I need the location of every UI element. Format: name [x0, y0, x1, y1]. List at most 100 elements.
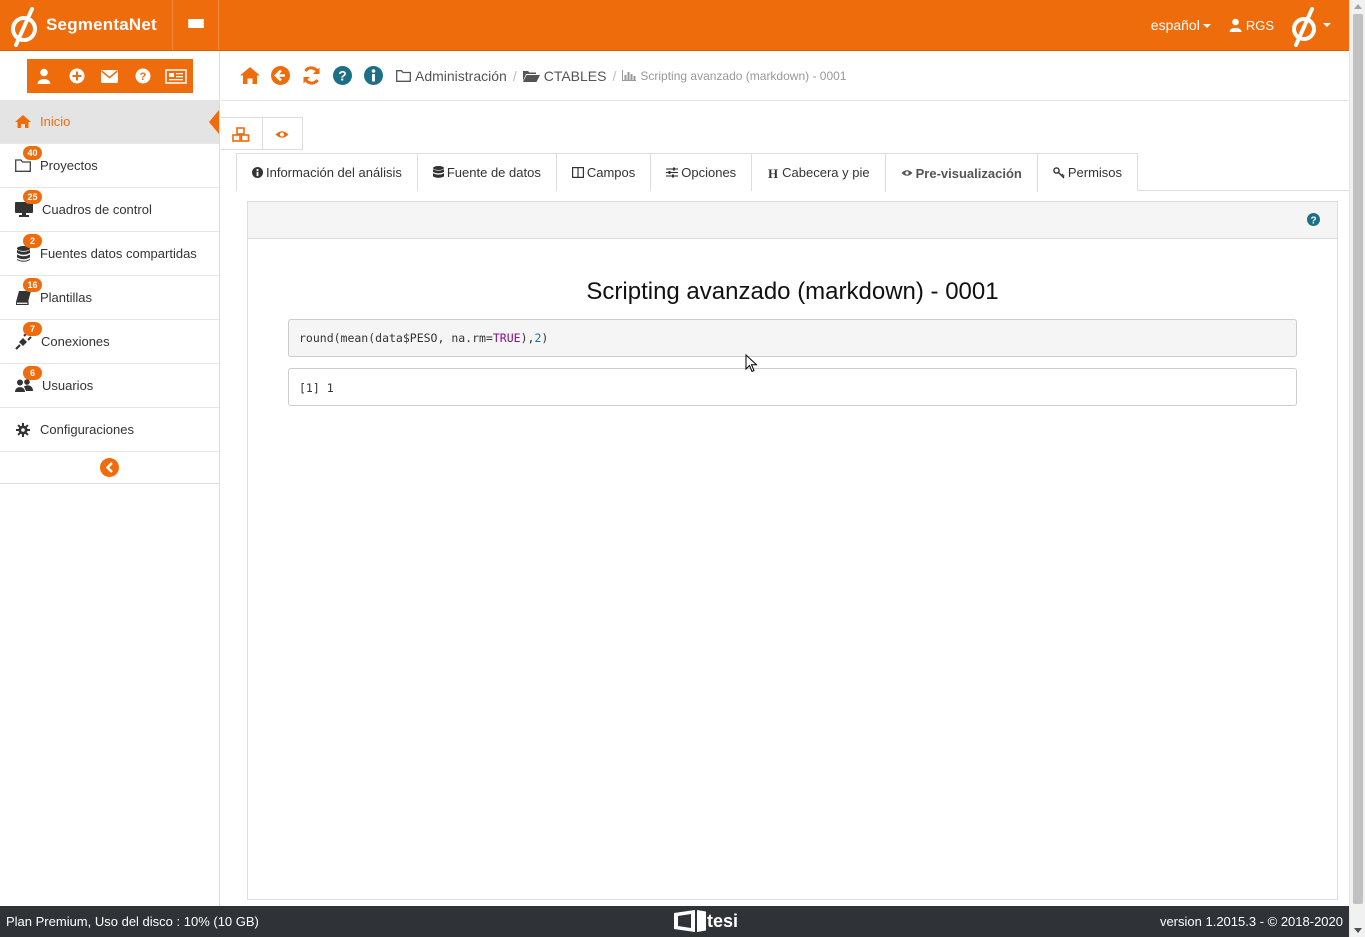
scroll-up-icon[interactable]: [1354, 4, 1362, 9]
gear-icon: [15, 422, 31, 438]
sidebar-item-configuraciones[interactable]: Configuraciones: [0, 408, 219, 452]
scroll-down-icon[interactable]: [1354, 928, 1362, 933]
preview-button[interactable]: [261, 118, 303, 150]
tab-bar: Información del análisis Fuente de datos…: [236, 153, 1349, 192]
sidebar-item-cuadros[interactable]: 25 Cuadros de control: [0, 188, 219, 232]
brand-logo-icon: [11, 7, 37, 47]
sidebar-item-label: Fuentes datos compartidas: [40, 246, 197, 261]
tab-label: Pre-visualización: [915, 165, 1022, 181]
envelope-icon: [101, 69, 118, 83]
code-text: ),: [520, 331, 535, 345]
caret-down-icon: [1323, 23, 1331, 27]
sidebar-item-label: Inicio: [40, 114, 71, 129]
breadcrumb-label: Administración: [415, 67, 507, 84]
count-badge: 2: [23, 234, 42, 248]
home-button[interactable]: [239, 65, 260, 86]
sidebar-item-conexiones[interactable]: 7 Conexiones: [0, 320, 219, 364]
tab-campos[interactable]: Campos: [555, 153, 652, 191]
sidebar-item-proyectos[interactable]: 40 Proyectos: [0, 144, 219, 188]
vendor-name: tesi: [707, 910, 739, 931]
view-toolbar: [221, 117, 303, 150]
app-logo-icon: [1292, 7, 1316, 47]
sidebar: ? Inicio 40 Proyectos 25 Cuadros de cont…: [0, 51, 220, 906]
brand-name: SegmentaNet: [46, 15, 157, 34]
sidebar-item-label: Conexiones: [41, 334, 110, 349]
code-block: round(mean(data$PESO, na.rm=TRUE),2): [288, 319, 1297, 357]
tab-pre-visualizacion[interactable]: Pre-visualización: [884, 153, 1038, 192]
tab-opciones[interactable]: Opciones: [650, 153, 753, 191]
arrow-left-circle-icon: [271, 66, 290, 85]
back-button[interactable]: [270, 65, 291, 86]
tab-cabecera-pie[interactable]: H Cabecera y pie: [751, 153, 886, 191]
breadcrumb-current: Scripting avanzado (markdown) - 0001: [622, 69, 846, 83]
info-icon: [252, 167, 263, 178]
language-dropdown[interactable]: español: [1151, 17, 1211, 33]
sidebar-toggle-button[interactable]: [172, 0, 219, 50]
count-badge: 16: [23, 278, 42, 292]
collapse-sidebar-button[interactable]: [100, 458, 119, 477]
page-scrollbar[interactable]: [1349, 0, 1365, 937]
tab-label: Opciones: [681, 165, 737, 180]
vendor-logo: tesi: [673, 910, 738, 932]
preview-panel: ? Scripting avanzado (markdown) - 0001 r…: [247, 201, 1338, 900]
app-switcher-menu[interactable]: [1290, 3, 1331, 47]
scroll-thumb[interactable]: [1353, 14, 1363, 904]
tab-label: Campos: [586, 165, 636, 180]
help-button[interactable]: ?: [125, 59, 160, 93]
analysis-button[interactable]: [221, 118, 262, 150]
svg-text:H: H: [768, 167, 778, 179]
main-content: Información del análisis Fuente de datos…: [221, 101, 1349, 906]
refresh-button[interactable]: [301, 65, 322, 86]
key-icon: [1053, 166, 1065, 178]
add-button[interactable]: [59, 59, 94, 93]
sidebar-item-label: Plantillas: [40, 290, 93, 305]
code-text: ): [541, 331, 549, 345]
toolbar: ? Administración / CTABLES / Scripting a…: [221, 51, 1349, 101]
plan-info: Plan Premium, Uso del disco : 10% (10 GB…: [6, 914, 259, 929]
chevron-left-icon: [105, 462, 113, 473]
user-name: RGS: [1245, 17, 1274, 33]
eye-icon: [275, 130, 289, 138]
svg-text:?: ?: [1310, 215, 1316, 226]
sidebar-item-inicio[interactable]: Inicio: [0, 100, 219, 144]
help-icon[interactable]: ?: [1307, 213, 1320, 229]
user-menu[interactable]: RGS: [1229, 18, 1274, 33]
tab-label: Información del análisis: [266, 165, 402, 180]
footer: Plan Premium, Uso del disco : 10% (10 GB…: [0, 906, 1349, 937]
version-info: version 1.2015.3 - © 2018-2020: [1159, 914, 1343, 929]
eye-icon: [901, 170, 913, 176]
breadcrumb-item-ctables[interactable]: CTABLES: [522, 68, 606, 84]
panel-header: ?: [248, 202, 1337, 239]
breadcrumb-item-administracion[interactable]: Administración: [396, 68, 507, 84]
help-icon: ?: [333, 66, 352, 85]
messages-button[interactable]: [92, 59, 127, 93]
tab-permisos[interactable]: Permisos: [1036, 153, 1139, 191]
caret-down-icon: [1202, 24, 1211, 29]
breadcrumb-label: Scripting avanzado (markdown) - 0001: [640, 68, 847, 83]
columns-icon: [571, 167, 584, 178]
sliders-icon: [666, 167, 679, 178]
sidebar-item-fuentes[interactable]: 2 Fuentes datos compartidas: [0, 232, 219, 276]
brand[interactable]: SegmentaNet: [0, 0, 172, 50]
sidebar-item-plantillas[interactable]: 16 Plantillas: [0, 276, 219, 320]
bar-chart-icon: [622, 70, 637, 81]
vendor-logo-icon: [674, 910, 706, 932]
info-button[interactable]: [363, 65, 384, 86]
newspaper-icon: [164, 68, 187, 84]
profile-button[interactable]: [26, 59, 61, 93]
tab-fuente-datos[interactable]: Fuente de datos: [416, 153, 557, 191]
svg-text:?: ?: [139, 71, 146, 83]
help-button[interactable]: ?: [332, 65, 353, 86]
help-icon: ?: [135, 68, 150, 84]
tab-informacion[interactable]: Información del análisis: [236, 153, 418, 191]
cubes-icon: [232, 126, 250, 142]
report-title: Scripting avanzado (markdown) - 0001: [586, 278, 999, 305]
language-label: español: [1150, 17, 1200, 33]
code-text: round(mean(data$PESO, na.rm=: [299, 331, 493, 345]
breadcrumb-separator: /: [612, 67, 617, 84]
sidebar-item-usuarios[interactable]: 6 Usuarios: [0, 364, 219, 408]
news-button[interactable]: [158, 59, 193, 93]
info-icon: [364, 66, 383, 85]
refresh-icon: [303, 66, 320, 85]
sidebar-item-label: Proyectos: [40, 158, 98, 173]
